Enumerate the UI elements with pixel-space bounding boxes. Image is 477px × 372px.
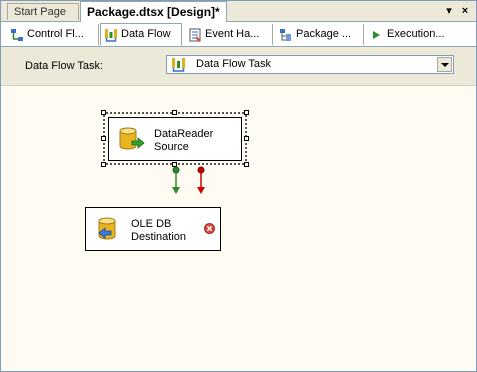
close-document-icon[interactable]: × xyxy=(458,4,472,18)
source-name-line2: Source xyxy=(154,141,189,153)
data-flow-task-value: Data Flow Task xyxy=(196,58,271,70)
oledb-destination-component[interactable]: OLE DB Destination xyxy=(85,207,221,251)
output-paths xyxy=(172,166,205,194)
tab-start-page[interactable]: Start Page xyxy=(7,3,79,20)
destination-name-line1: OLE DB xyxy=(131,218,172,230)
chevron-down-icon[interactable] xyxy=(437,57,452,72)
designer-window: Start Page Package.dtsx [Design]* ▾ × Co… xyxy=(0,0,477,372)
datareader-source-icon xyxy=(119,127,145,150)
destination-name-line2: Destination xyxy=(131,231,187,243)
tab-package-explorer[interactable]: Package ... xyxy=(276,24,364,45)
tab-package-design[interactable]: Package.dtsx [Design]* xyxy=(80,1,227,22)
resize-handle[interactable] xyxy=(172,110,177,115)
window-menu-dropdown-icon[interactable]: ▾ xyxy=(442,4,456,18)
data-flow-icon xyxy=(105,29,117,42)
resize-handle[interactable] xyxy=(244,162,249,167)
task-selector-row: Data Flow Task: Data Flow Task xyxy=(1,47,476,86)
resize-handle[interactable] xyxy=(101,110,106,115)
tab-event-handlers[interactable]: Event Ha... xyxy=(185,24,273,45)
source-name-line1: DataReader xyxy=(154,128,214,140)
control-flow-icon xyxy=(11,29,23,41)
resize-handle[interactable] xyxy=(101,162,106,167)
resize-handle[interactable] xyxy=(244,110,249,115)
tab-data-flow[interactable]: Data Flow xyxy=(100,23,182,46)
tab-event-handlers-label: Event Ha... xyxy=(205,28,260,40)
success-output-arrow[interactable] xyxy=(172,166,180,194)
data-flow-design-surface[interactable]: DataReader Source OLE DB Destination xyxy=(1,86,476,371)
oledb-destination-icon xyxy=(98,217,116,240)
error-output-arrow[interactable] xyxy=(197,166,205,194)
tab-package-explorer-label: Package ... xyxy=(296,28,352,40)
tab-data-flow-label: Data Flow xyxy=(121,28,171,40)
package-explorer-icon xyxy=(280,29,291,41)
resize-handle[interactable] xyxy=(244,136,249,141)
tab-control-flow[interactable]: Control Fl... xyxy=(7,24,99,45)
execution-results-icon xyxy=(373,31,380,39)
datareader-source-component[interactable]: DataReader Source xyxy=(108,117,242,161)
error-badge-icon[interactable] xyxy=(204,223,215,234)
tab-control-flow-label: Control Fl... xyxy=(27,28,84,40)
tab-execution-results[interactable]: Execution... xyxy=(367,24,463,45)
resize-handle[interactable] xyxy=(101,136,106,141)
designer-tab-bar: Control Fl... Data Flow Event Ha... Pack… xyxy=(1,22,476,47)
tab-execution-results-label: Execution... xyxy=(387,28,445,40)
event-handlers-icon xyxy=(189,28,201,42)
data-flow-task-icon xyxy=(172,58,185,72)
data-flow-task-dropdown[interactable]: Data Flow Task xyxy=(166,55,454,74)
data-flow-task-label: Data Flow Task: xyxy=(25,60,104,72)
document-tab-strip: Start Page Package.dtsx [Design]* ▾ × xyxy=(1,1,476,22)
